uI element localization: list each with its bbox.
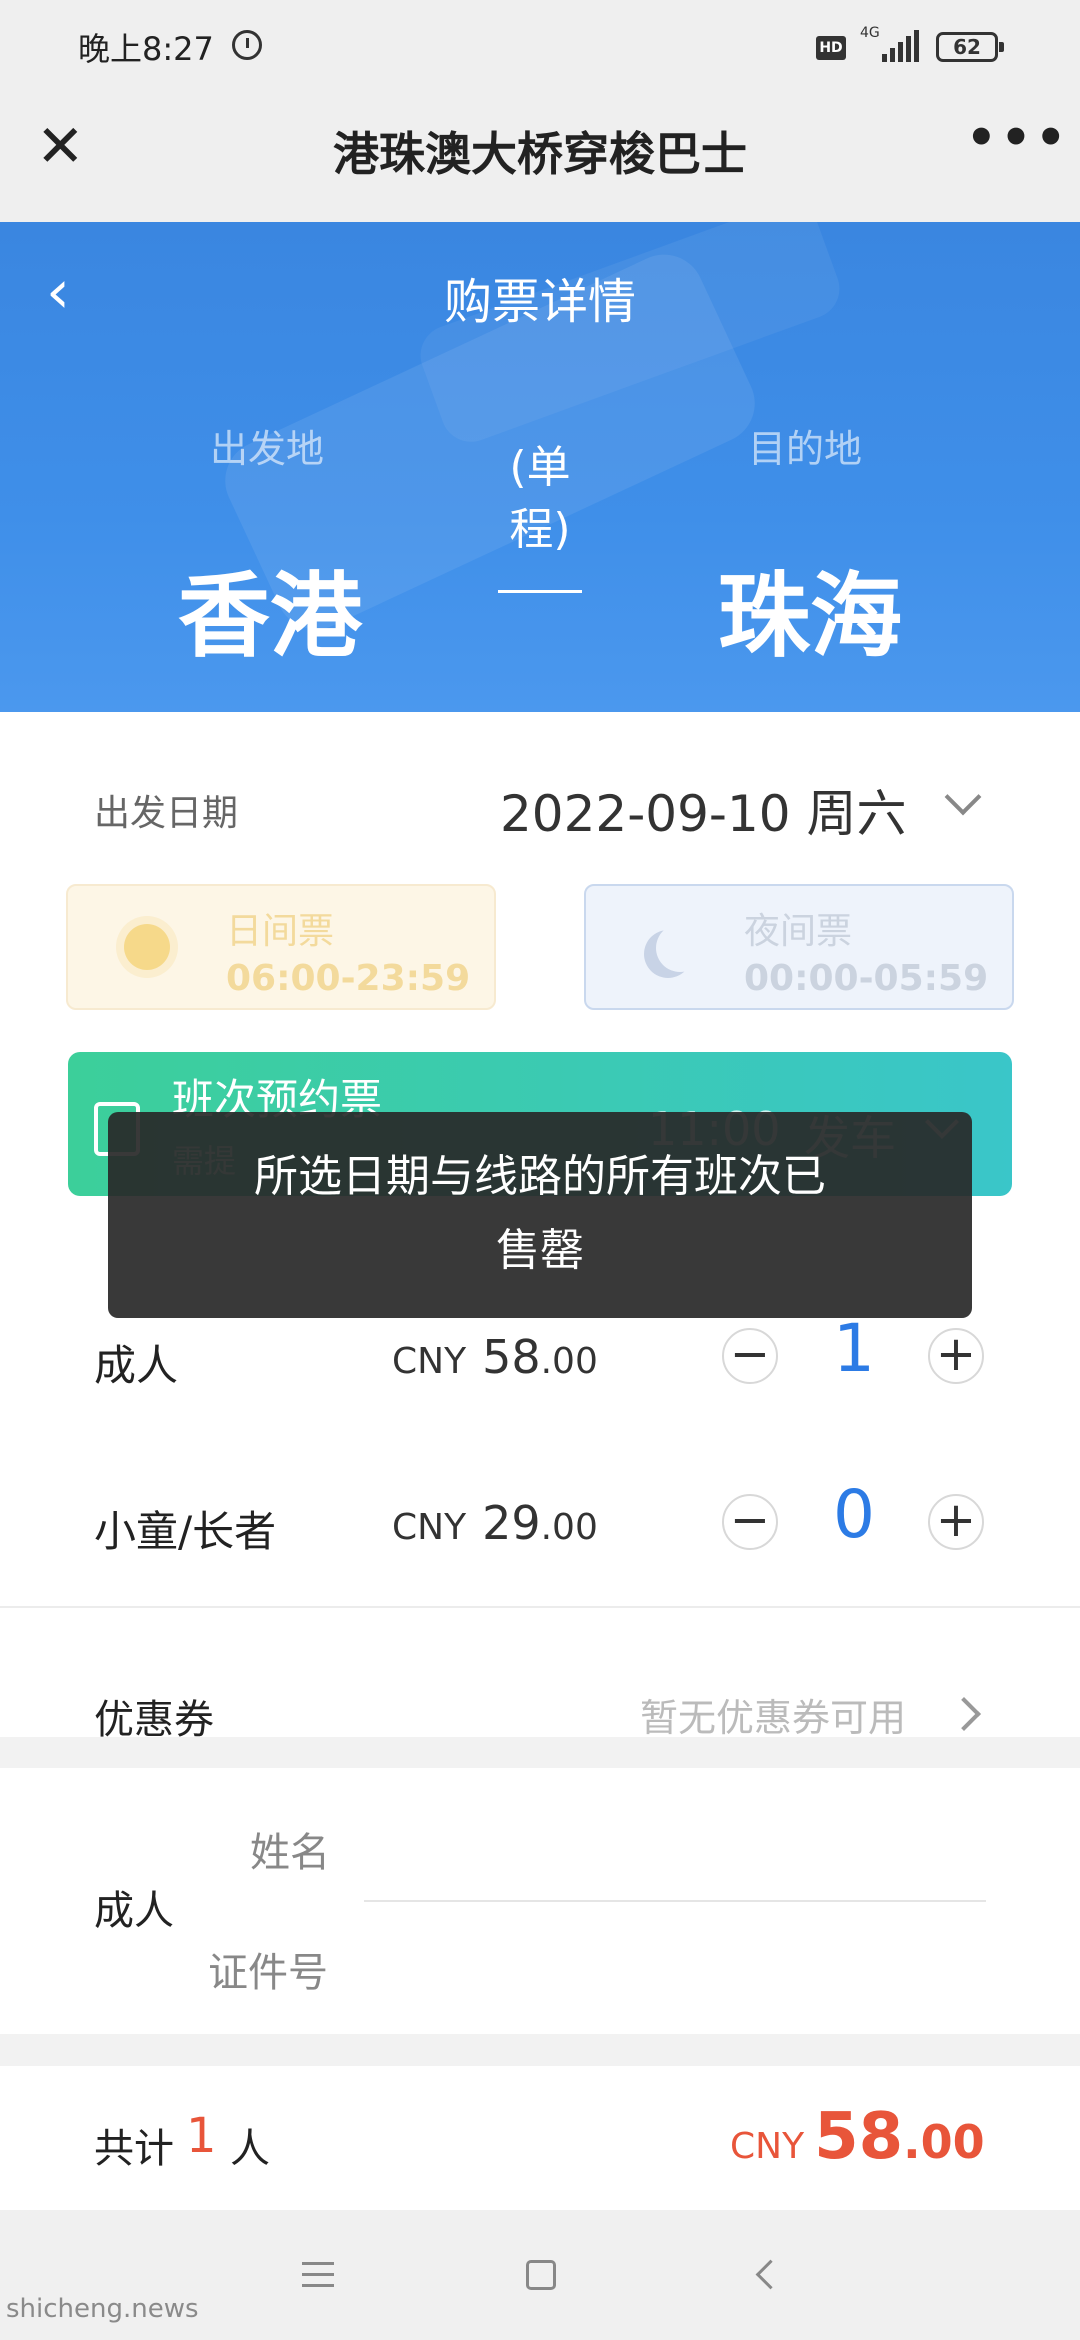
adult-price: CNY 58.00 bbox=[392, 1330, 598, 1384]
toast-line-2: 售罄 bbox=[496, 1225, 584, 1276]
signal-icon bbox=[882, 30, 919, 62]
adult-plus-button[interactable]: + bbox=[928, 1328, 984, 1384]
total-currency: CNY bbox=[730, 2126, 805, 2167]
adult-price-dec: .00 bbox=[540, 1341, 598, 1382]
total-label: 共计 bbox=[94, 2126, 174, 2172]
app-title: 港珠澳大桥穿梭巴士 bbox=[333, 127, 747, 181]
destination-city[interactable]: 珠海 bbox=[718, 542, 902, 675]
sold-out-toast: 所选日期与线路的所有班次已 售罄 bbox=[108, 1112, 972, 1318]
passenger-type: 成人 bbox=[94, 1888, 174, 1934]
child-price-int: 29 bbox=[482, 1496, 541, 1550]
moon-icon bbox=[656, 924, 704, 972]
date-label: 出发日期 bbox=[94, 793, 239, 834]
name-field[interactable] bbox=[364, 1900, 986, 1902]
toast-line-1: 所选日期与线路的所有班次已 bbox=[254, 1151, 826, 1202]
adult-quantity: 1 bbox=[833, 1310, 875, 1387]
day-ticket-hours: 06:00-23:59 bbox=[226, 958, 471, 999]
total-unit: 人 bbox=[230, 2126, 270, 2172]
child-price-dec: .00 bbox=[540, 1507, 598, 1548]
status-bar: 晚上8:27 HD 4G 62 bbox=[0, 0, 1080, 96]
trip-type-underline bbox=[498, 590, 582, 593]
back-icon[interactable] bbox=[755, 2259, 786, 2290]
child-currency: CNY bbox=[392, 1507, 467, 1548]
day-ticket-option[interactable]: 日间票 06:00-23:59 bbox=[66, 884, 496, 1010]
night-ticket-option[interactable]: 夜间票 00:00-05:59 bbox=[584, 884, 1014, 1010]
coupon-label: 优惠券 bbox=[94, 1697, 214, 1743]
coupon-value[interactable]: 暂无优惠券可用 bbox=[640, 1687, 906, 1742]
total-amount-int: 58 bbox=[814, 2100, 904, 2174]
divider bbox=[0, 1606, 1080, 1608]
back-icon[interactable]: ‹ bbox=[46, 262, 70, 322]
name-field-label: 姓名 bbox=[250, 1830, 330, 1876]
origin-label: 出发地 bbox=[210, 427, 325, 471]
app-title-bar: ✕ 港珠澳大桥穿梭巴士 ••• bbox=[0, 96, 1080, 222]
total-amount: CNY 58.00 bbox=[730, 2100, 985, 2174]
network-type: 4G bbox=[860, 25, 880, 41]
adult-minus-button[interactable]: − bbox=[722, 1328, 778, 1384]
total-amount-dec: .00 bbox=[903, 2115, 985, 2169]
child-minus-button[interactable]: − bbox=[722, 1494, 778, 1550]
passenger-form: 成人 姓名 证件号 bbox=[0, 1768, 1080, 2034]
status-time: 晚上8:27 bbox=[78, 30, 214, 68]
hd-icon: HD bbox=[816, 36, 846, 60]
day-ticket-name: 日间票 bbox=[226, 911, 335, 952]
id-field-label: 证件号 bbox=[208, 1950, 328, 1996]
child-plus-button[interactable]: + bbox=[928, 1494, 984, 1550]
adult-label: 成人 bbox=[94, 1341, 179, 1390]
date-value[interactable]: 2022-09-10 周六 bbox=[500, 774, 906, 846]
total-count: 1 bbox=[186, 2108, 217, 2164]
chevron-down-icon[interactable] bbox=[944, 778, 982, 816]
child-quantity: 0 bbox=[833, 1476, 875, 1553]
child-price: CNY 29.00 bbox=[392, 1496, 598, 1550]
system-nav-bar: shicheng.news bbox=[0, 2210, 1080, 2340]
origin-city[interactable]: 香港 bbox=[178, 542, 362, 675]
child-senior-label: 小童/长者 bbox=[94, 1507, 277, 1556]
adult-currency: CNY bbox=[392, 1341, 467, 1382]
watermark: shicheng.news bbox=[6, 2294, 199, 2324]
battery-icon: 62 bbox=[936, 32, 1004, 62]
destination-label: 目的地 bbox=[748, 427, 863, 471]
menu-icon[interactable] bbox=[302, 2262, 334, 2288]
night-ticket-hours: 00:00-05:59 bbox=[744, 958, 989, 999]
chevron-right-icon[interactable] bbox=[947, 1697, 981, 1731]
order-total-bar: 共计 1 人 CNY 58.00 bbox=[0, 2066, 1080, 2210]
alarm-icon bbox=[232, 30, 262, 60]
page-title: 购票详情 bbox=[443, 274, 636, 330]
home-icon[interactable] bbox=[526, 2260, 556, 2290]
adult-price-int: 58 bbox=[482, 1330, 541, 1384]
trip-type[interactable]: (单程) bbox=[500, 437, 580, 561]
night-ticket-name: 夜间票 bbox=[744, 911, 853, 952]
route-header: 购票详情 ‹ 出发地 香港 (单程) 目的地 珠海 bbox=[0, 222, 1080, 712]
sun-icon bbox=[124, 924, 170, 970]
more-icon[interactable]: ••• bbox=[966, 110, 1070, 166]
